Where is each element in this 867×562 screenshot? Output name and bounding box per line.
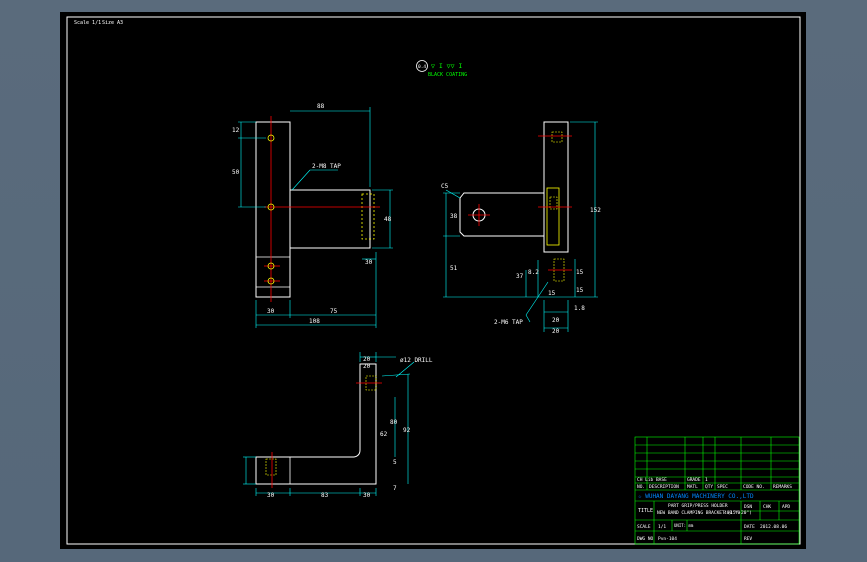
dim-5: 5 <box>393 459 397 466</box>
front-view: 88 12 50 48 30 30 75 108 2-M8 TAP <box>232 103 393 328</box>
sheet-border <box>66 16 801 545</box>
dim-20b: 20 <box>552 328 560 335</box>
surface-finish-note: 0.4 ▽ I ▽▽ I BLACK COATING <box>416 60 467 78</box>
finish-symbol: ▽ I ▽▽ I <box>431 62 462 70</box>
dim-50: 50 <box>232 169 240 176</box>
grade-label: GRADE <box>687 477 701 483</box>
drill-callout: ø12 DRILL <box>400 357 433 364</box>
front-arm-outline <box>290 189 371 249</box>
material-note: CH Lib BASE <box>637 477 667 483</box>
dim-c5: C5 <box>441 183 449 190</box>
col-remarks: REMARKS <box>773 484 792 490</box>
side-slot <box>546 187 560 246</box>
dim-38: 38 <box>450 213 458 220</box>
drawing-sheet: Scale 1/1 Size A3 0.4 ▽ I ▽▽ I BLACK COA… <box>60 12 806 549</box>
col-matl: MATL <box>687 484 698 490</box>
dim-30-base: 30 <box>267 308 275 315</box>
dim-20a: 20 <box>552 317 560 324</box>
date-value: 2012.08.06 <box>760 524 787 530</box>
dim-80: 80 <box>390 419 398 426</box>
size-header: Size A3 <box>102 20 123 26</box>
front-hidden-slot <box>361 193 375 240</box>
roughness-value: 0.4 <box>418 64 426 70</box>
cad-drawing-canvas: Scale 1/1 Size A3 0.4 ▽ I ▽▽ I BLACK COA… <box>66 16 801 545</box>
chk-label: CHK <box>763 504 771 510</box>
dim-37: 37 <box>516 273 524 280</box>
dwg-no-label: DWG NO <box>637 536 654 542</box>
col-spec: SPEC <box>717 484 728 490</box>
tap-callout-side: 2-M6 TAP <box>494 319 523 326</box>
title-label: TITLE <box>638 508 653 514</box>
hidden-drill <box>265 458 277 476</box>
unit-label: UNIT: mm <box>674 523 694 528</box>
dim-1-8: 1.8 <box>574 305 585 312</box>
apd-label: APD <box>782 504 790 510</box>
coating-note: BLACK COATING <box>428 72 467 78</box>
dim-51: 51 <box>450 265 458 272</box>
rev-label: REV <box>744 536 752 542</box>
dim-88: 88 <box>317 103 325 110</box>
title-block: CH Lib BASE GRADE 1 NO. DESCRIPTION MATL… <box>634 436 800 545</box>
top-view: 20 20 92 80 62 5 7 30 83 30 ø12 DRILL <box>243 352 433 499</box>
col-qty: QTY <box>705 484 713 490</box>
dim-92: 92 <box>403 427 411 434</box>
dsn-label: DSN <box>744 504 752 510</box>
dim-30-left: 30 <box>267 492 275 499</box>
dim-20-top: 20 <box>363 356 371 363</box>
side-view: C5 38 51 152 37 8.2 15 15 15 1.8 20 20 2… <box>441 121 601 335</box>
side-dimension-lines <box>443 121 598 332</box>
col-code: CODE NO. <box>743 484 765 490</box>
dim-15b: 15 <box>576 287 584 294</box>
tap-callout-front: 2-M8 TAP <box>312 163 341 170</box>
company-name: ☆ WUHAN DAYANG MACHINERY CO.,LTD <box>638 493 754 500</box>
col-description: DESCRIPTION <box>649 484 679 490</box>
dim-20-second: 20 <box>363 363 371 370</box>
dim-12: 12 <box>232 127 240 134</box>
scale-value: 1/1 <box>658 524 666 530</box>
title-line-1: PART GRIP/PRESS HOLDER <box>668 503 728 509</box>
dim-83: 83 <box>321 492 329 499</box>
qty-value: 1 <box>705 477 708 483</box>
dim-30-arm: 30 <box>365 259 373 266</box>
dim-15c: 15 <box>548 290 556 297</box>
side-plate-outline <box>543 121 569 253</box>
dim-48: 48 <box>384 216 392 223</box>
dim-7: 7 <box>393 485 397 492</box>
col-no: NO. <box>637 484 645 490</box>
dim-62: 62 <box>380 431 388 438</box>
top-dimension-lines <box>243 352 415 496</box>
title-code: 400 Y0 <box>724 510 741 516</box>
l-bracket-outline <box>255 363 377 485</box>
side-hidden-tap <box>551 131 563 143</box>
dim-8-2: 8.2 <box>528 269 539 276</box>
scale-header: Scale 1/1 <box>74 20 101 26</box>
dwg-no-value: Pvn-104 <box>658 536 677 542</box>
dim-152: 152 <box>590 207 601 214</box>
scale-label: SCALE <box>637 524 651 530</box>
date-label: DATE <box>744 524 755 530</box>
dim-15a: 15 <box>576 269 584 276</box>
dim-108: 108 <box>309 318 320 325</box>
dim-30-right: 30 <box>363 492 371 499</box>
dim-75: 75 <box>330 308 338 315</box>
